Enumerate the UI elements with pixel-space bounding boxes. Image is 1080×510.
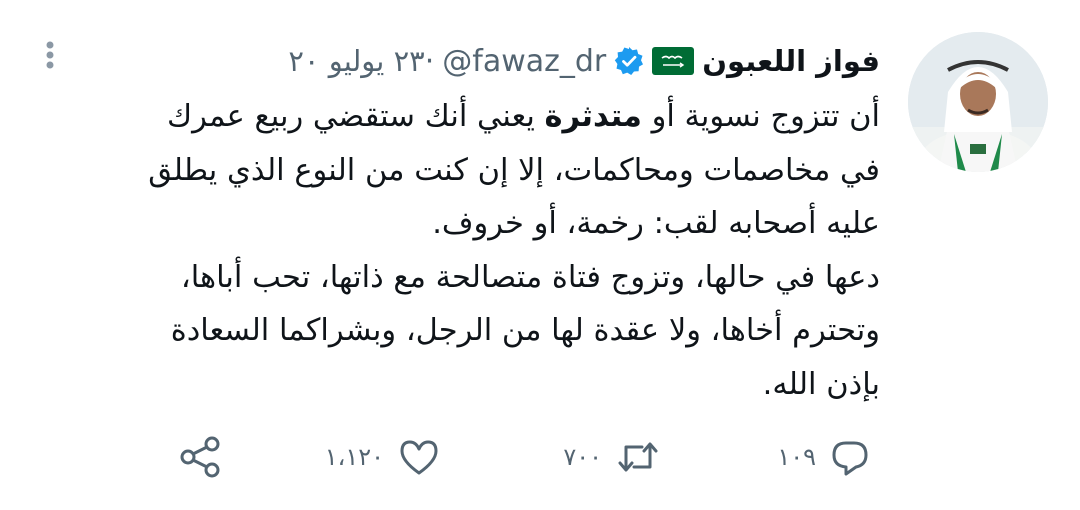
tweet-text-line: في مخاصمات ومحاكمات، إلا إن كنت من النوع… <box>148 152 880 188</box>
display-name[interactable]: فواز اللعبون <box>702 44 880 78</box>
separator-dot: · <box>424 43 435 79</box>
tweet-card[interactable]: فواز اللعبون @fawaz_dr · ٢٣ يوليو ٢٠ أن … <box>0 0 1080 510</box>
share-icon <box>178 435 222 479</box>
reply-button[interactable]: ١٠٩ <box>777 435 870 479</box>
profile-photo <box>908 32 1048 172</box>
reply-count: ١٠٩ <box>777 443 816 471</box>
user-handle[interactable]: @fawaz_dr <box>442 44 606 79</box>
like-count: ١،١٢٠ <box>324 443 384 471</box>
tweet-text-line: دعها في حالها، وتزوج فتاة متصالحة مع ذات… <box>180 259 880 295</box>
tweet-text-line: أن تتزوج نسوية أو متدثرة يعني أنك ستقضي … <box>167 99 880 134</box>
tweet-header: فواز اللعبون @fawaz_dr · ٢٣ يوليو ٢٠ <box>288 36 880 86</box>
more-vertical-icon[interactable] <box>40 40 60 70</box>
bold-word: متدثرة <box>544 99 642 134</box>
share-button[interactable] <box>178 435 222 479</box>
tweet-date[interactable]: ٢٣ يوليو ٢٠ <box>288 44 424 78</box>
tweet-actions: ١٠٩ ٧٠٠ ١،١٢٠ <box>0 425 1080 495</box>
saudi-flag-icon <box>652 47 695 75</box>
verified-badge-icon <box>614 46 644 76</box>
heart-icon <box>398 437 440 477</box>
tweet-text: أن تتزوج نسوية أو متدثرة يعني أنك ستقضي … <box>60 90 880 411</box>
tweet-text-line: بإذن الله. <box>762 366 880 402</box>
tweet-text-line: وتحترم أخاها، ولا عقدة لها من الرجل، وبش… <box>170 313 880 348</box>
avatar[interactable] <box>908 32 1048 172</box>
tweet-text-line: عليه أصحابه لقب: رخمة، أو خروف. <box>432 206 880 241</box>
retweet-icon <box>616 437 660 477</box>
retweet-count: ٧٠٠ <box>563 443 602 471</box>
retweet-button[interactable]: ٧٠٠ <box>563 435 660 479</box>
like-button[interactable]: ١،١٢٠ <box>325 435 440 479</box>
reply-icon <box>830 437 870 477</box>
